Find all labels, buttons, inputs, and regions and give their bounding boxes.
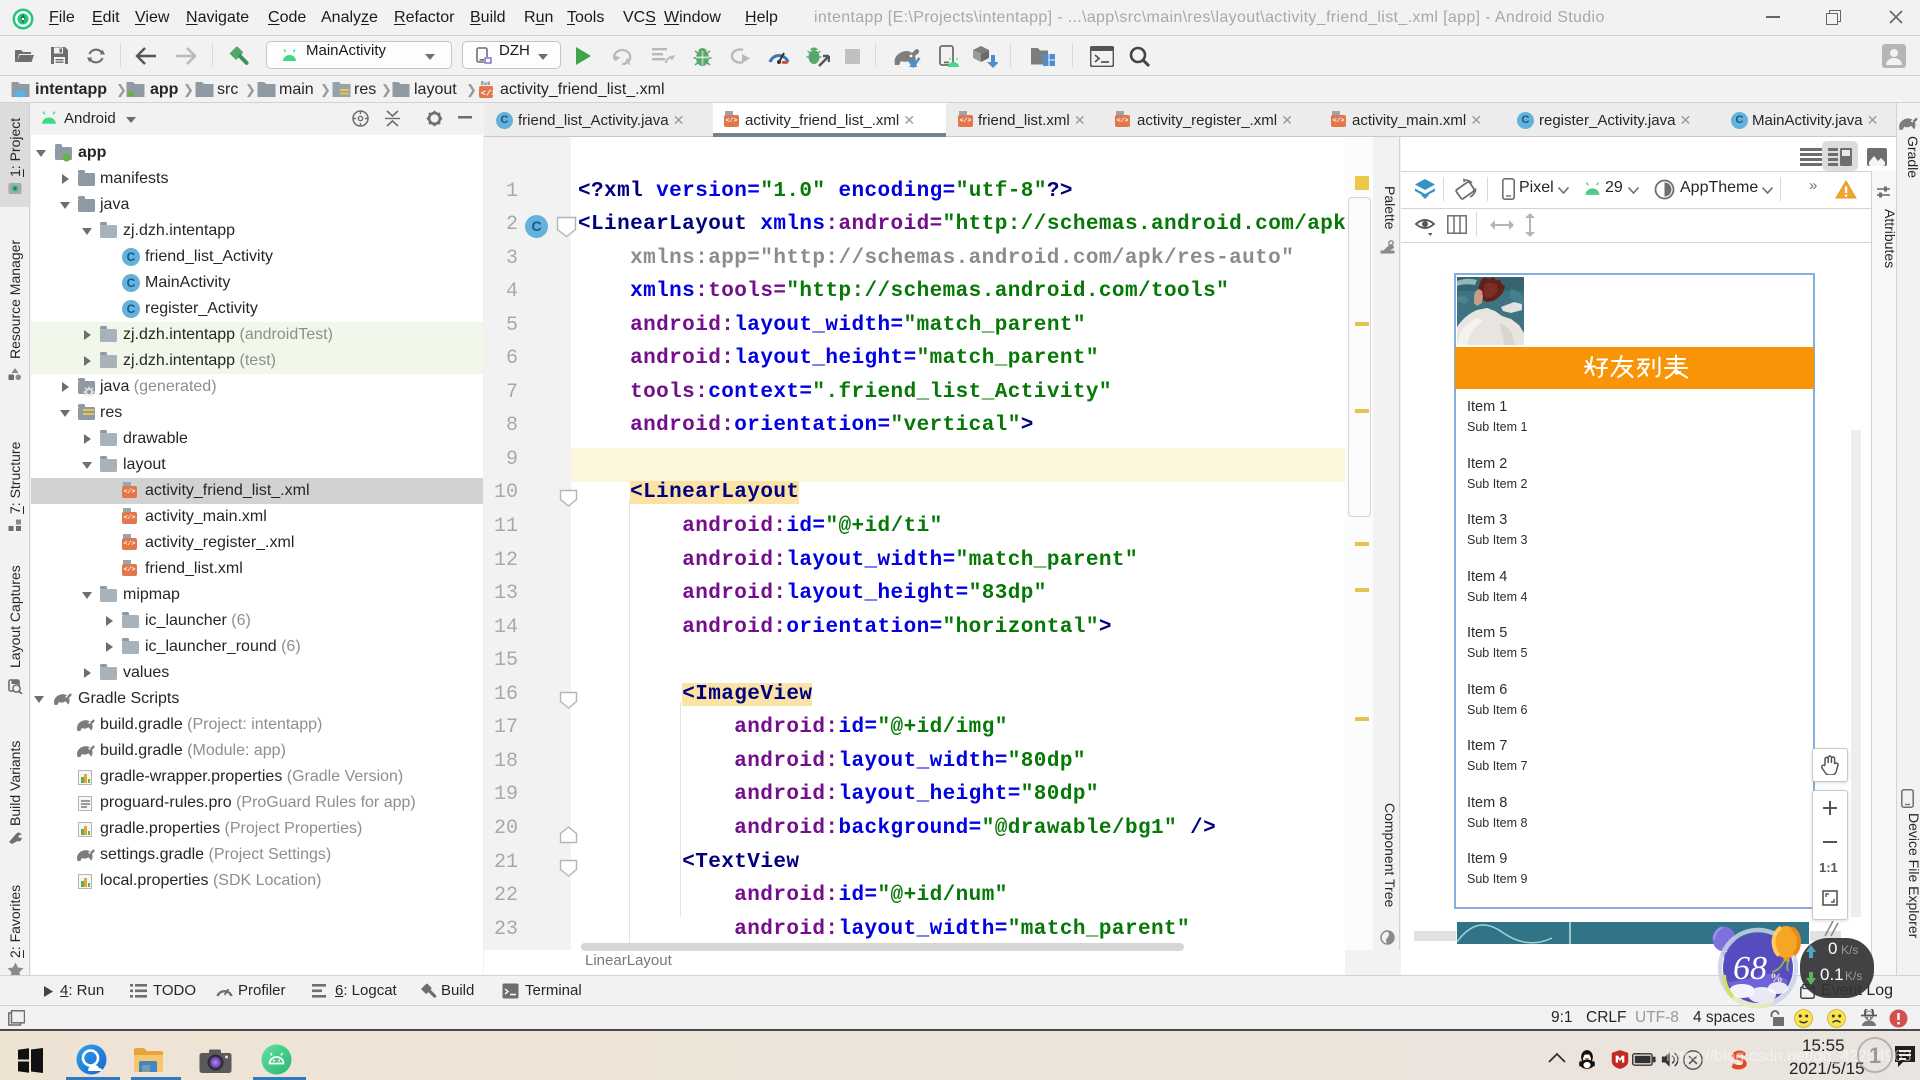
svg-text:%: % bbox=[1770, 970, 1783, 985]
svg-text:A: A bbox=[624, 57, 631, 66]
svg-text:68: 68 bbox=[1733, 950, 1767, 987]
svg-text:</>: </> bbox=[481, 89, 496, 99]
